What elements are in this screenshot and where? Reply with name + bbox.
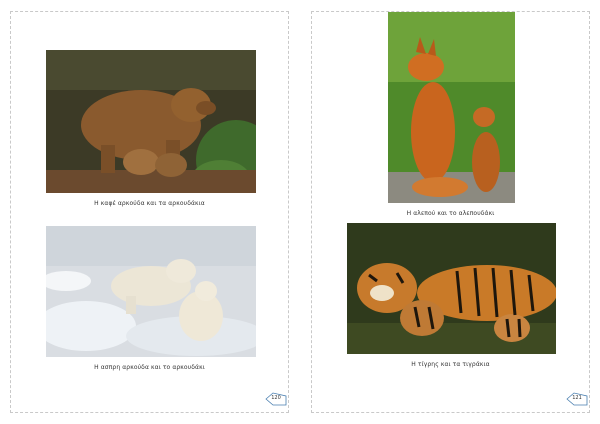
brown-bear-caption: Η καφέ αρκούδα και τα αρκουδάκια [94, 200, 205, 207]
page-number-badge: 121 [566, 392, 588, 406]
page-right: Η αλεπού και το αλεπουδάκι Η τίγρης και … [311, 11, 590, 413]
page-number: 121 [572, 395, 582, 401]
tiger-caption: Η τίγρης και τα τιγράκια [411, 361, 490, 368]
page-number: 120 [271, 395, 281, 401]
brown-bear-photo [46, 50, 256, 193]
polar-bear-photo [46, 226, 256, 357]
page-number-badge: 120 [265, 392, 287, 406]
fox-photo [388, 12, 515, 203]
polar-bear-caption: Η ασπρη αρκούδα και το αρκουδάκι [94, 364, 205, 371]
tiger-photo [347, 223, 556, 354]
page-left: Η καφέ αρκούδα και τα αρκουδάκια Η ασπρη… [10, 11, 289, 413]
fox-caption: Η αλεπού και το αλεπουδάκι [406, 210, 495, 217]
